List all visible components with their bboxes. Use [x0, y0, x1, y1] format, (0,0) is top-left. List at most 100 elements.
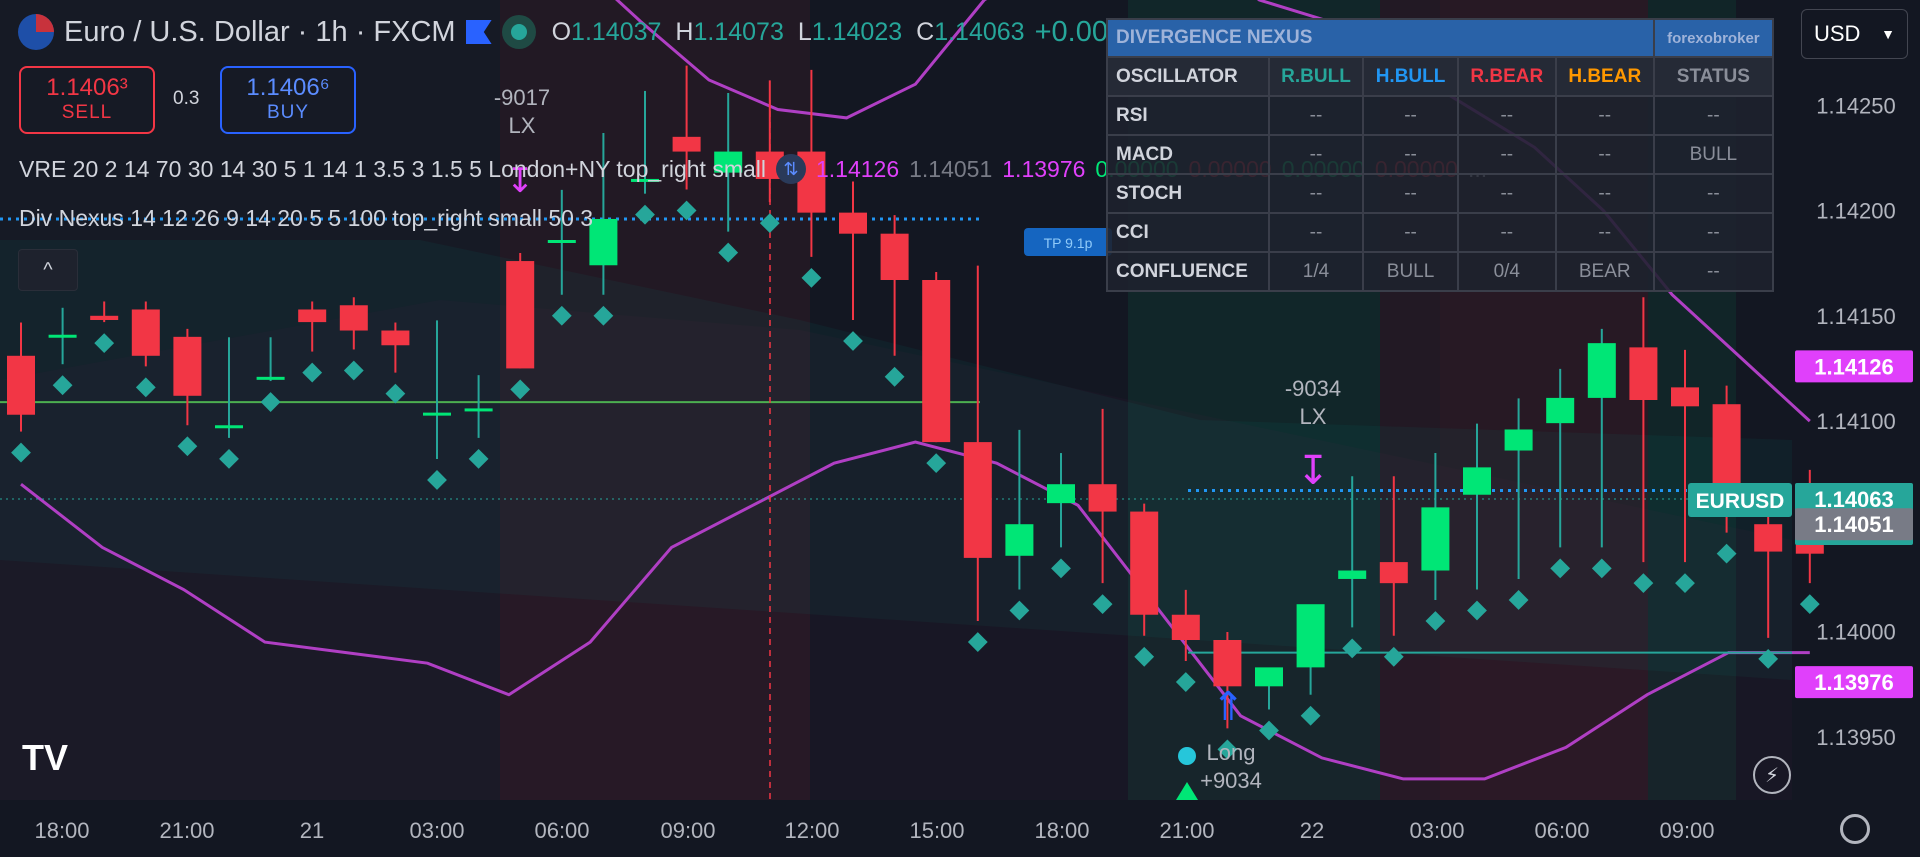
table-row: MACD -- -- -- -- BULL [1106, 134, 1775, 175]
x-tick-label: 06:00 [1534, 818, 1589, 843]
x-tick-label: 18:00 [34, 818, 89, 843]
table-header: H.BEAR [1554, 56, 1655, 97]
sell-button[interactable]: 1.1406³ SELL [19, 66, 155, 134]
x-tick-label: 15:00 [909, 818, 964, 843]
flag-marker-icon[interactable] [465, 20, 492, 44]
y-tick-label: 1.14000 [1816, 620, 1896, 645]
price-tag-value: 1.14051 [1814, 512, 1894, 537]
div-nexus-legend[interactable]: Div Nexus 14 12 26 9 14 20 5 5 100 top_r… [19, 205, 593, 232]
candle-body [48, 334, 77, 338]
x-tick-label: 22 [1300, 818, 1324, 843]
candle-body [963, 442, 992, 558]
candle-body [1629, 347, 1658, 400]
table-cell: -- [1652, 212, 1775, 253]
table-header: OSCILLATOR [1106, 56, 1270, 97]
buy-button[interactable]: 1.1406⁶ BUY [220, 66, 356, 134]
candle-body [922, 280, 951, 443]
vre-value-2: 1.13976 [1002, 155, 1086, 182]
swap-icon[interactable]: ⇅ [775, 154, 806, 184]
y-tick-label: 1.14250 [1816, 93, 1896, 118]
long-entry-dot [1178, 747, 1196, 765]
table-header: R.BULL [1267, 56, 1365, 97]
candle-body [1379, 562, 1408, 584]
lightning-icon[interactable]: ⚡ [1753, 756, 1791, 794]
sell-price: 1.1406³ [46, 74, 128, 101]
table-cell: -- [1267, 95, 1365, 136]
candle-body [1213, 640, 1242, 687]
tp-label: TP 9.1p [1044, 235, 1093, 251]
candle-body [131, 309, 160, 356]
candle-body [1587, 343, 1616, 398]
x-tick-label: 09:00 [660, 818, 715, 843]
x-tick-label: 03:00 [409, 818, 464, 843]
table-cell: -- [1267, 173, 1365, 214]
table-cell: BULL [1362, 251, 1459, 292]
table-row: CCI -- -- -- -- -- [1106, 212, 1775, 253]
table-cell: -- [1456, 212, 1557, 253]
table-cell: STOCH [1106, 173, 1270, 214]
trade-annotation-sub: LX [509, 113, 536, 138]
table-row: STOCH -- -- -- -- -- [1106, 173, 1775, 214]
candle-body [1421, 507, 1450, 571]
x-tick-label: 21 [300, 818, 324, 843]
exit-arrow-icon: ↧ [1296, 449, 1330, 493]
table-cell: -- [1456, 173, 1557, 214]
symbol-header: Euro / U.S. Dollar · 1h · FXCM O1.14037 H… [18, 14, 1283, 50]
candle-body [1754, 524, 1783, 552]
table-cell: -- [1267, 212, 1365, 253]
table-cell: -- [1554, 173, 1655, 214]
collapse-legend-button[interactable]: ^ [18, 249, 78, 291]
y-tick-label: 1.13950 [1816, 725, 1896, 750]
x-tick-label: 12:00 [784, 818, 839, 843]
tradingview-logo: TV [22, 737, 69, 778]
symbol-title[interactable]: Euro / U.S. Dollar · 1h · FXCM [64, 16, 456, 49]
candle-body [547, 240, 576, 243]
candle-body [256, 376, 285, 380]
table-cell: BULL [1652, 134, 1775, 175]
trade-annotation-sub: +9034 [1200, 768, 1262, 793]
candle-body [880, 233, 909, 280]
entry-arrow-icon: ⇑ [1211, 685, 1245, 729]
candle-body [1671, 387, 1699, 407]
table-header: STATUS [1652, 56, 1775, 97]
price-tag-value: 1.14063 [1814, 487, 1894, 512]
candle-body [7, 355, 35, 415]
candle-body [1130, 511, 1159, 615]
div-nexus-label: Div Nexus 14 12 26 9 14 20 5 5 100 top_r… [19, 205, 594, 231]
candle-body [1255, 667, 1283, 687]
vre-indicator-label: VRE 20 2 14 70 30 14 30 5 1 14 1 3.5 3 1… [19, 155, 766, 182]
ohlc-l: L1.14023 [797, 17, 903, 46]
trade-annotation: Long [1207, 740, 1256, 765]
candle-body [672, 136, 701, 152]
table-cell: -- [1362, 95, 1459, 136]
x-tick-label: 03:00 [1409, 818, 1464, 843]
buy-label: BUY [266, 102, 310, 123]
sell-label: SELL [61, 102, 113, 123]
chevron-up-icon: ^ [43, 258, 53, 281]
candle-body [1296, 604, 1325, 668]
candle-body [464, 408, 493, 412]
candle-body [1463, 467, 1491, 495]
candle-body [173, 336, 202, 396]
candle-body [423, 412, 451, 416]
y-tick-label: 1.14200 [1816, 199, 1896, 224]
table-row: CONFLUENCE 1/4 BULL 0/4 BEAR -- [1106, 251, 1775, 292]
price-tag-value: 1.13976 [1814, 670, 1894, 695]
eur-usd-flag-icon [18, 14, 54, 50]
x-tick-label: 18:00 [1034, 818, 1089, 843]
symbol-tag-label: EURUSD [1696, 490, 1785, 513]
candle-body [839, 212, 867, 234]
table-title: DIVERGENCE NEXUS [1106, 18, 1655, 58]
table-cell: -- [1652, 95, 1775, 136]
table-cell: CCI [1106, 212, 1270, 253]
candle-body [1504, 429, 1533, 451]
y-tick-label: 1.14100 [1816, 409, 1896, 434]
table-cell: -- [1554, 212, 1655, 253]
market-status-icon[interactable] [501, 15, 536, 49]
vre-value-0: 1.14126 [815, 155, 900, 182]
settings-gear-icon[interactable] [1840, 814, 1870, 844]
table-cell: 1/4 [1267, 251, 1365, 292]
candle-body [298, 309, 327, 323]
currency-select[interactable]: USD ▼ [1801, 9, 1908, 59]
currency-value: USD [1814, 21, 1861, 46]
